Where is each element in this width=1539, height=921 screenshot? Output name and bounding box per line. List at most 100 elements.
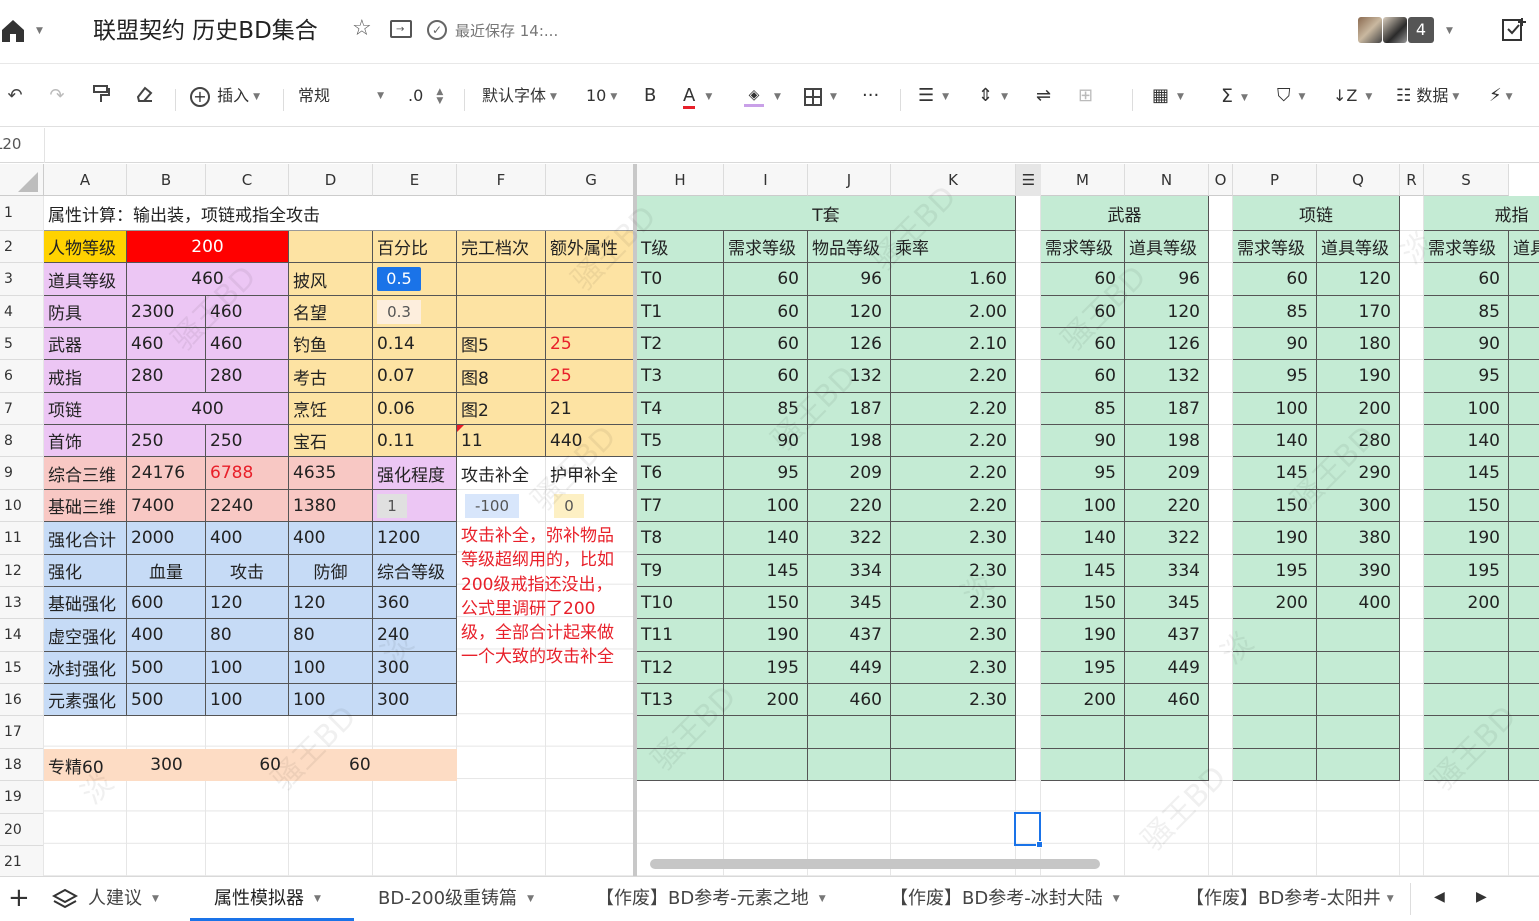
- cell[interactable]: [1016, 196, 1041, 231]
- cell[interactable]: 437: [808, 619, 891, 652]
- wrap-text-icon[interactable]: ⇌: [1036, 83, 1051, 109]
- cell[interactable]: 449: [808, 652, 891, 684]
- cell[interactable]: 道具: [1509, 231, 1539, 263]
- cell[interactable]: [1016, 296, 1041, 328]
- cell[interactable]: [1041, 716, 1125, 749]
- cell[interactable]: [1509, 587, 1539, 619]
- cell[interactable]: 600: [127, 587, 206, 619]
- cell[interactable]: [1400, 425, 1424, 457]
- row-header[interactable]: 15: [0, 652, 44, 684]
- cell[interactable]: 440: [546, 425, 637, 457]
- cell[interactable]: 145: [1041, 555, 1125, 587]
- cell[interactable]: 100: [206, 652, 289, 684]
- cell[interactable]: 334: [1125, 555, 1209, 587]
- cell[interactable]: T12: [637, 652, 724, 684]
- cell[interactable]: [724, 716, 808, 749]
- cell[interactable]: [808, 716, 891, 749]
- cell[interactable]: 132: [1125, 360, 1209, 393]
- cell[interactable]: [1209, 619, 1233, 652]
- cell[interactable]: 95: [724, 457, 808, 490]
- cell[interactable]: 图5: [457, 328, 546, 360]
- cell[interactable]: T10: [637, 587, 724, 619]
- formula-input[interactable]: [46, 130, 1536, 160]
- cell[interactable]: [1016, 490, 1041, 522]
- home-menu-chevron-icon[interactable]: ▼: [36, 26, 43, 36]
- cell[interactable]: 120: [206, 587, 289, 619]
- cell[interactable]: [1016, 263, 1041, 296]
- cell[interactable]: 460: [127, 328, 206, 360]
- cell[interactable]: 2.00: [891, 296, 1016, 328]
- format-painter-icon[interactable]: [89, 84, 113, 108]
- cell[interactable]: [724, 749, 808, 781]
- cell[interactable]: 334: [808, 555, 891, 587]
- prestige-percent-input[interactable]: 0.3: [377, 299, 421, 324]
- cell[interactable]: 200: [724, 684, 808, 716]
- cell[interactable]: [1209, 393, 1233, 425]
- sheet-tab[interactable]: BD-200级重铸篇 ▼: [378, 877, 534, 921]
- scroll-right-icon[interactable]: ▶: [1476, 889, 1487, 905]
- merge-cells-icon[interactable]: ⊞: [1078, 83, 1093, 109]
- cell[interactable]: 60: [1041, 263, 1125, 296]
- cell[interactable]: 攻击补全: [457, 457, 546, 490]
- cell[interactable]: 21: [546, 393, 637, 425]
- cell[interactable]: [1016, 393, 1041, 425]
- cell[interactable]: 1: [373, 490, 457, 522]
- column-header[interactable]: B: [127, 164, 206, 196]
- cell[interactable]: [1233, 716, 1317, 749]
- cell[interactable]: [1209, 555, 1233, 587]
- avatar[interactable]: [1358, 17, 1382, 43]
- cell[interactable]: 240: [373, 619, 457, 652]
- cell[interactable]: [1509, 263, 1539, 296]
- cell[interactable]: 60: [206, 749, 289, 781]
- cell[interactable]: [1400, 684, 1424, 716]
- cell[interactable]: 198: [1125, 425, 1209, 457]
- cell[interactable]: [457, 296, 546, 328]
- column-header[interactable]: E: [373, 164, 457, 196]
- cell[interactable]: 280: [1317, 425, 1400, 457]
- cell[interactable]: 戒指: [44, 360, 127, 393]
- cell[interactable]: 80: [206, 619, 289, 652]
- sheet-caption[interactable]: 属性计算：输出装，项链戒指全攻击: [44, 196, 637, 231]
- cell[interactable]: [1016, 619, 1041, 652]
- cell-reference[interactable]: L20: [0, 135, 21, 153]
- cell[interactable]: T7: [637, 490, 724, 522]
- cell[interactable]: [1400, 393, 1424, 425]
- cell[interactable]: 100: [724, 490, 808, 522]
- column-header[interactable]: Q: [1317, 164, 1400, 196]
- cell[interactable]: 2.30: [891, 619, 1016, 652]
- fill-color-button[interactable]: ◈ ▼: [744, 83, 781, 109]
- cell[interactable]: [891, 749, 1016, 781]
- cell[interactable]: T13: [637, 684, 724, 716]
- cell[interactable]: 290: [1317, 457, 1400, 490]
- cell[interactable]: 460: [127, 263, 289, 296]
- enhance-level-input[interactable]: 1: [377, 493, 407, 518]
- cell[interactable]: 2.20: [891, 457, 1016, 490]
- cell[interactable]: 2.20: [891, 425, 1016, 457]
- undo-icon[interactable]: ↶: [3, 84, 27, 108]
- cell[interactable]: 200: [127, 231, 289, 263]
- cell[interactable]: 基础三维: [44, 490, 127, 522]
- clear-format-icon[interactable]: [132, 84, 156, 108]
- cell[interactable]: 基础强化: [44, 587, 127, 619]
- cell[interactable]: 冰封强化: [44, 652, 127, 684]
- cell[interactable]: 60: [724, 328, 808, 360]
- cell[interactable]: 390: [1317, 555, 1400, 587]
- cell[interactable]: 2.10: [891, 328, 1016, 360]
- cell[interactable]: 322: [1125, 522, 1209, 555]
- cell[interactable]: 95: [1233, 360, 1317, 393]
- cell[interactable]: 2.20: [891, 393, 1016, 425]
- cell[interactable]: 150: [1424, 490, 1509, 522]
- column-header[interactable]: O: [1209, 164, 1233, 196]
- row-header[interactable]: 20: [0, 814, 44, 846]
- star-icon[interactable]: ☆: [352, 16, 372, 41]
- cell[interactable]: 11: [457, 425, 546, 457]
- cell[interactable]: 209: [808, 457, 891, 490]
- cell[interactable]: [1233, 684, 1317, 716]
- cell[interactable]: [1400, 328, 1424, 360]
- cell[interactable]: 360: [373, 587, 457, 619]
- cloak-percent-input[interactable]: 0.5: [377, 267, 421, 291]
- cell[interactable]: 专精60: [44, 749, 127, 781]
- row-header[interactable]: 10: [0, 490, 44, 522]
- cell[interactable]: 120: [1317, 263, 1400, 296]
- cell[interactable]: T8: [637, 522, 724, 555]
